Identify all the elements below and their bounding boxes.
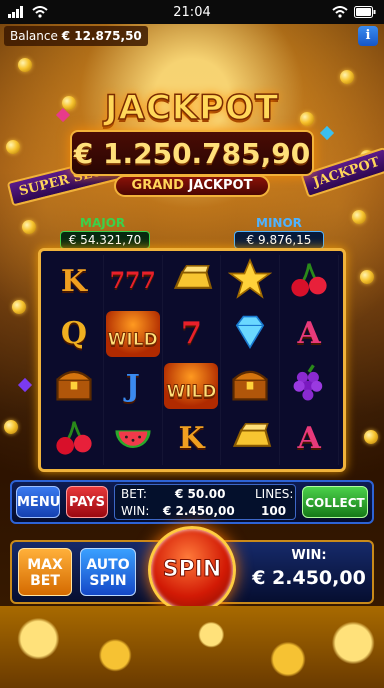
jackpot-amount-box: € 1.250.785,90	[70, 130, 314, 176]
reel-cell: A	[280, 412, 339, 465]
reel-cell: WILD	[104, 307, 163, 360]
reel-cell: A	[280, 307, 339, 360]
balance-label: Balance	[10, 29, 58, 43]
balance-display: Balance € 12.875,50	[4, 26, 148, 46]
reel-grid: K 777 Q WILD 7 A J WILD K A	[45, 255, 339, 465]
bet-panel: BET: € 50.00 WIN: € 2.450,00 LINES: 100	[114, 484, 296, 520]
coin-decoration	[364, 430, 378, 444]
reel-cell: Q	[45, 307, 104, 360]
coin-decoration	[340, 70, 354, 84]
lines-label: LINES:	[255, 487, 294, 501]
cherries-icon	[287, 257, 331, 305]
max-bet-label-2: BET	[30, 573, 60, 589]
spin-button[interactable]: SPIN	[148, 526, 236, 614]
symbol-a: A	[297, 316, 321, 352]
coin-decoration	[18, 58, 32, 72]
auto-spin-button[interactable]: AUTO SPIN	[80, 548, 136, 596]
coin-decoration	[12, 300, 26, 314]
collect-button[interactable]: COLLECT	[302, 486, 368, 518]
reel-cell: 7	[163, 307, 222, 360]
cherries-icon	[52, 415, 96, 463]
symbol-a: A	[297, 421, 321, 457]
major-value: € 54.321,70	[60, 231, 150, 249]
win-box-value: € 2.450,00	[252, 567, 366, 589]
reel-cell	[104, 412, 163, 465]
symbol-j: J	[125, 368, 140, 404]
auto-spin-label-2: SPIN	[89, 573, 127, 589]
grapes-icon	[287, 362, 331, 410]
coin-decoration	[360, 270, 374, 284]
symbol-q: Q	[60, 316, 87, 352]
gold-bar-icon	[169, 257, 213, 305]
symbol-k: K	[60, 263, 87, 299]
coin-decoration	[4, 420, 18, 434]
chest-icon	[52, 362, 96, 410]
reel-cell: 777	[104, 255, 163, 308]
symbol-777: 777	[109, 268, 156, 295]
reel-cell	[280, 360, 339, 413]
status-time: 21:04	[173, 4, 211, 20]
jackpot-title: JACKPOT	[104, 87, 280, 129]
minor-label: MINOR	[256, 216, 302, 230]
jackpot-amount: € 1.250.785,90	[73, 136, 311, 170]
menu-button[interactable]: MENU	[16, 486, 60, 518]
reel-cell	[221, 255, 281, 308]
max-bet-button[interactable]: MAX BET	[18, 548, 72, 596]
wild-symbol: WILD	[105, 310, 160, 357]
reel-cell	[45, 412, 104, 465]
diamond-icon	[228, 310, 272, 358]
coin-pile-decoration	[0, 606, 384, 688]
symbol-k: K	[178, 421, 205, 457]
bet-label: BET:	[121, 487, 147, 501]
reel-cell	[163, 255, 222, 308]
bet-value: € 50.00	[175, 487, 226, 501]
grand-jackpot-badge: GRAND JACKPOT	[114, 175, 270, 197]
wifi-icon	[332, 6, 348, 22]
gem-decoration	[319, 125, 335, 141]
battery-icon	[354, 6, 376, 22]
gold-bar-icon	[228, 415, 272, 463]
star-icon	[227, 257, 273, 305]
reel-cell	[45, 360, 104, 413]
minor-value: € 9.876,15	[234, 231, 324, 249]
coin-decoration	[6, 140, 20, 154]
reel-cell: J	[104, 360, 163, 413]
jackpot-label: JACKPOT	[188, 178, 253, 193]
signal-icon	[8, 6, 24, 22]
auto-spin-label-1: AUTO	[86, 557, 130, 573]
coin-decoration	[352, 210, 366, 224]
info-button[interactable]: i	[358, 26, 378, 46]
gem-decoration	[17, 377, 33, 393]
coin-decoration	[22, 220, 36, 234]
reel-frame: K 777 Q WILD 7 A J WILD K A	[38, 248, 346, 472]
reel-cell	[221, 307, 281, 360]
max-bet-label-1: MAX	[27, 557, 63, 573]
grand-label: GRAND	[131, 178, 184, 193]
reel-cell: K	[163, 412, 222, 465]
wild-symbol: WILD	[164, 363, 219, 410]
win-box: WIN: € 2.450,00	[250, 548, 368, 596]
watermelon-icon	[111, 415, 155, 463]
chest-icon	[228, 362, 272, 410]
wifi-icon	[32, 6, 48, 22]
major-label: MAJOR	[80, 216, 126, 230]
balance-value: € 12.875,50	[61, 29, 142, 43]
win-box-label: WIN:	[291, 548, 327, 563]
reel-cell: WILD	[163, 360, 222, 413]
lines-value: 100	[261, 504, 287, 518]
pays-button[interactable]: PAYS	[66, 486, 108, 518]
status-bar: 21:04	[0, 0, 384, 24]
reel-cell	[221, 412, 281, 465]
reel-cell	[280, 255, 339, 308]
win-label: WIN:	[121, 504, 150, 518]
win-value: € 2.450,00	[163, 504, 235, 518]
reel-cell: K	[45, 255, 104, 308]
reel-cell	[221, 360, 281, 413]
symbol-7: 7	[181, 316, 202, 352]
